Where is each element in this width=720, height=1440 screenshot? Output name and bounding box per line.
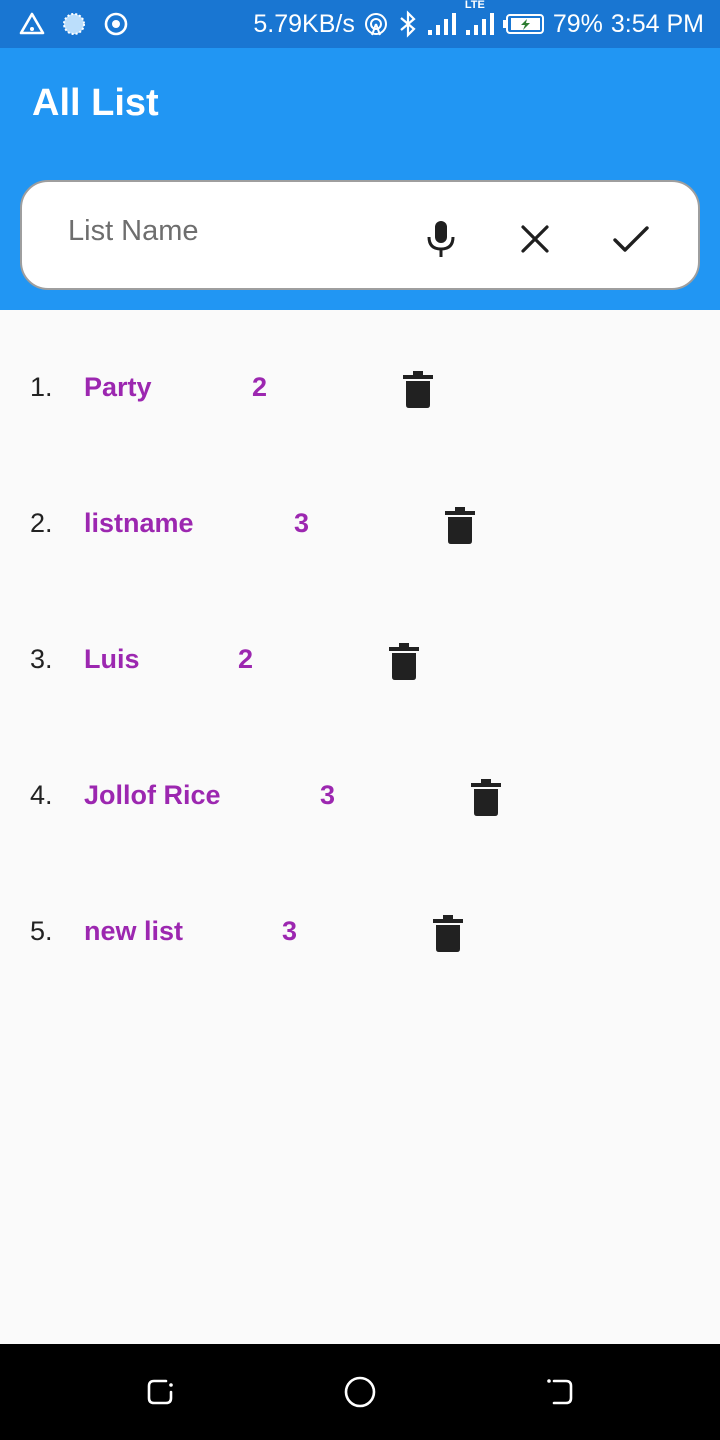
delete-icon[interactable] bbox=[388, 642, 420, 682]
item-count: 3 bbox=[320, 780, 336, 810]
list-name-field bbox=[20, 180, 700, 290]
list-item[interactable]: 5. new list 3 bbox=[0, 904, 720, 964]
page-title: All List bbox=[32, 82, 159, 124]
list-item[interactable]: 2. listname 3 bbox=[0, 496, 720, 556]
battery-charging-icon bbox=[502, 13, 545, 35]
clock: 3:54 PM bbox=[610, 9, 704, 38]
target-icon bbox=[102, 10, 130, 38]
back-icon[interactable] bbox=[542, 1374, 578, 1410]
list-index: 1. bbox=[30, 372, 53, 402]
check-icon[interactable] bbox=[608, 216, 654, 262]
list-name[interactable]: listname bbox=[84, 508, 194, 539]
item-count: 3 bbox=[294, 508, 310, 538]
list-index: 5. bbox=[30, 916, 53, 946]
list-name[interactable]: Luis bbox=[84, 644, 140, 675]
item-count: 3 bbox=[282, 916, 298, 946]
delete-icon[interactable] bbox=[444, 506, 476, 546]
item-count: 2 bbox=[252, 372, 268, 402]
battery-percent: 79% bbox=[552, 9, 603, 38]
mic-icon[interactable] bbox=[418, 216, 464, 262]
bluetooth-icon bbox=[397, 10, 419, 38]
delete-icon[interactable] bbox=[470, 778, 502, 818]
list-item[interactable]: 4. Jollof Rice 3 bbox=[0, 768, 720, 828]
status-bar: 5.79KB/s LTE 79% 3:54 PM bbox=[0, 0, 720, 48]
hotspot-icon bbox=[363, 11, 389, 37]
lte-signal-icon: LTE bbox=[465, 0, 495, 37]
network-speed: 5.79KB/s bbox=[253, 9, 355, 38]
item-count: 2 bbox=[238, 644, 254, 674]
navigation-bar bbox=[0, 1344, 720, 1440]
list-name[interactable]: Jollof Rice bbox=[84, 780, 221, 811]
list-index: 4. bbox=[30, 780, 53, 810]
network-type: LTE bbox=[464, 0, 485, 11]
alert-triangle-icon bbox=[18, 10, 46, 38]
list-item[interactable]: 1. Party 2 bbox=[0, 360, 720, 420]
delete-icon[interactable] bbox=[402, 370, 434, 410]
signal-icon bbox=[427, 11, 457, 37]
recent-apps-icon[interactable] bbox=[142, 1374, 178, 1410]
home-icon[interactable] bbox=[342, 1374, 378, 1410]
list-name-input[interactable] bbox=[66, 204, 370, 258]
list-index: 3. bbox=[30, 644, 53, 674]
delete-icon[interactable] bbox=[432, 914, 464, 954]
loading-spinner-icon bbox=[60, 10, 88, 38]
list-name[interactable]: new list bbox=[84, 916, 183, 947]
close-icon[interactable] bbox=[512, 216, 558, 262]
list-item[interactable]: 3. Luis 2 bbox=[0, 632, 720, 692]
list-name[interactable]: Party bbox=[84, 372, 152, 403]
list-index: 2. bbox=[30, 508, 53, 538]
